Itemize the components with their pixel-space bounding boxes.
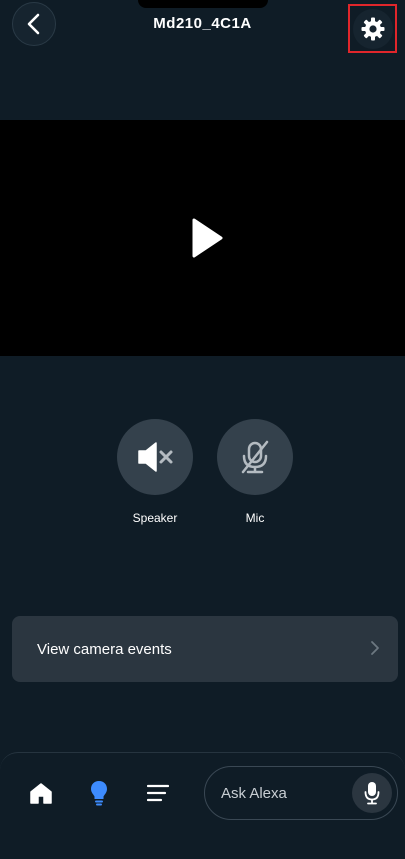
camera-screen: Md210_4C1A Speaker Mic View camera event… (0, 0, 405, 859)
home-icon[interactable] (29, 782, 53, 804)
ask-alexa-field[interactable]: Ask Alexa (204, 766, 398, 820)
settings-button-circle[interactable] (352, 8, 393, 49)
play-icon[interactable] (190, 217, 224, 259)
gear-icon (361, 17, 384, 40)
alexa-mic-button[interactable] (352, 773, 392, 813)
page-title: Md210_4C1A (153, 15, 252, 32)
mic-label: Mic (245, 511, 265, 525)
lightbulb-icon[interactable] (90, 780, 108, 806)
mic-button[interactable] (217, 419, 293, 495)
speaker-muted-icon (138, 442, 173, 472)
ask-alexa-placeholder: Ask Alexa (221, 785, 287, 802)
view-camera-events-label: View camera events (37, 640, 172, 658)
view-camera-events-button[interactable]: View camera events (12, 616, 398, 682)
mic-off-icon (241, 440, 269, 474)
microphone-icon (364, 782, 380, 805)
chevron-right-icon (371, 641, 379, 655)
device-notch (138, 0, 268, 8)
speaker-button[interactable] (117, 419, 193, 495)
speaker-label: Speaker (132, 511, 178, 525)
menu-lines-icon[interactable] (147, 784, 169, 802)
settings-button[interactable] (348, 4, 397, 53)
